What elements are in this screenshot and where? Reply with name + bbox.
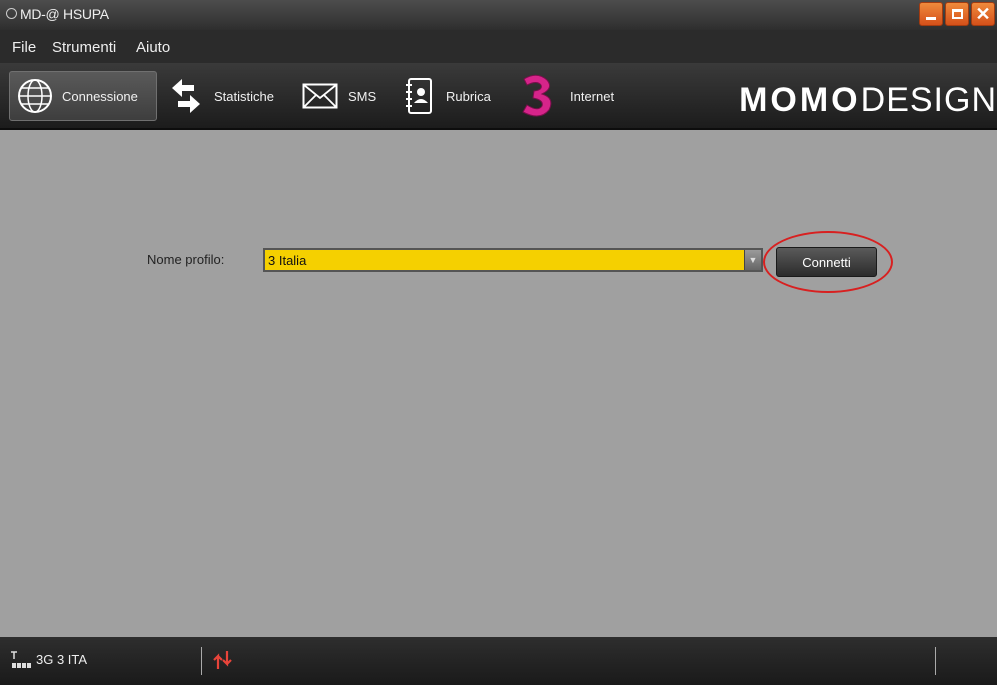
toolbar-connessione[interactable]: Connessione xyxy=(9,71,157,121)
app-icon xyxy=(6,8,17,19)
data-transfer-icon xyxy=(213,649,233,676)
highlight-circle xyxy=(763,231,893,293)
menu-bar: File Strumenti Aiuto xyxy=(0,30,997,63)
globe-icon xyxy=(16,77,54,115)
toolbar-label-statistiche: Statistiche xyxy=(214,88,274,104)
maximize-button[interactable] xyxy=(945,2,969,26)
maximize-icon xyxy=(951,9,963,19)
connection-panel: Nome profilo: 3 Italia ▼ Connetti xyxy=(0,130,997,637)
toolbar-internet[interactable]: Internet xyxy=(518,71,622,121)
signal-strength-icon xyxy=(11,650,33,675)
address-book-icon xyxy=(404,76,434,116)
menu-file[interactable]: File xyxy=(12,39,36,56)
close-icon: ✕ xyxy=(975,4,991,24)
chevron-down-icon[interactable]: ▼ xyxy=(744,250,761,270)
toolbar-statistiche[interactable]: Statistiche xyxy=(168,71,283,121)
brand-logo-light: DESIGN xyxy=(860,81,997,119)
window-title: MD-@ HSUPA xyxy=(20,6,109,22)
main-toolbar: Connessione Statistiche SMS Rubrica Inte… xyxy=(0,63,997,130)
app-window: MD-@ HSUPA ✕ File Strumenti Aiuto Connes… xyxy=(0,0,997,685)
menu-aiuto[interactable]: Aiuto xyxy=(136,39,170,56)
toolbar-label-sms: SMS xyxy=(348,88,377,104)
toolbar-label-internet: Internet xyxy=(570,88,615,104)
minimize-icon xyxy=(926,16,936,20)
momodesign-logo: MOMODESIGN xyxy=(739,83,997,117)
menu-strumenti[interactable]: Strumenti xyxy=(52,39,116,56)
profile-select[interactable]: 3 Italia ▼ xyxy=(263,248,763,272)
toolbar-rubrica[interactable]: Rubrica xyxy=(404,71,500,121)
status-bar: 3G 3 ITA xyxy=(0,637,997,685)
title-bar[interactable]: MD-@ HSUPA ✕ xyxy=(0,0,997,30)
status-separator xyxy=(201,647,202,675)
profile-name-label: Nome profilo: xyxy=(147,252,225,267)
envelope-icon xyxy=(302,83,338,109)
profile-select-value: 3 Italia xyxy=(268,253,307,268)
minimize-button[interactable] xyxy=(919,2,943,26)
toolbar-label-connessione: Connessione xyxy=(62,88,138,104)
window-controls: ✕ xyxy=(919,2,995,26)
toolbar-sms[interactable]: SMS xyxy=(302,71,384,121)
network-status: 3G 3 ITA xyxy=(36,652,88,667)
transfer-arrows-icon xyxy=(168,76,204,116)
toolbar-label-rubrica: Rubrica xyxy=(446,88,491,104)
close-button[interactable]: ✕ xyxy=(971,2,995,26)
status-separator-right xyxy=(935,647,936,675)
brand-logo-bold: MOMO xyxy=(739,81,861,119)
three-logo-icon xyxy=(518,73,556,119)
